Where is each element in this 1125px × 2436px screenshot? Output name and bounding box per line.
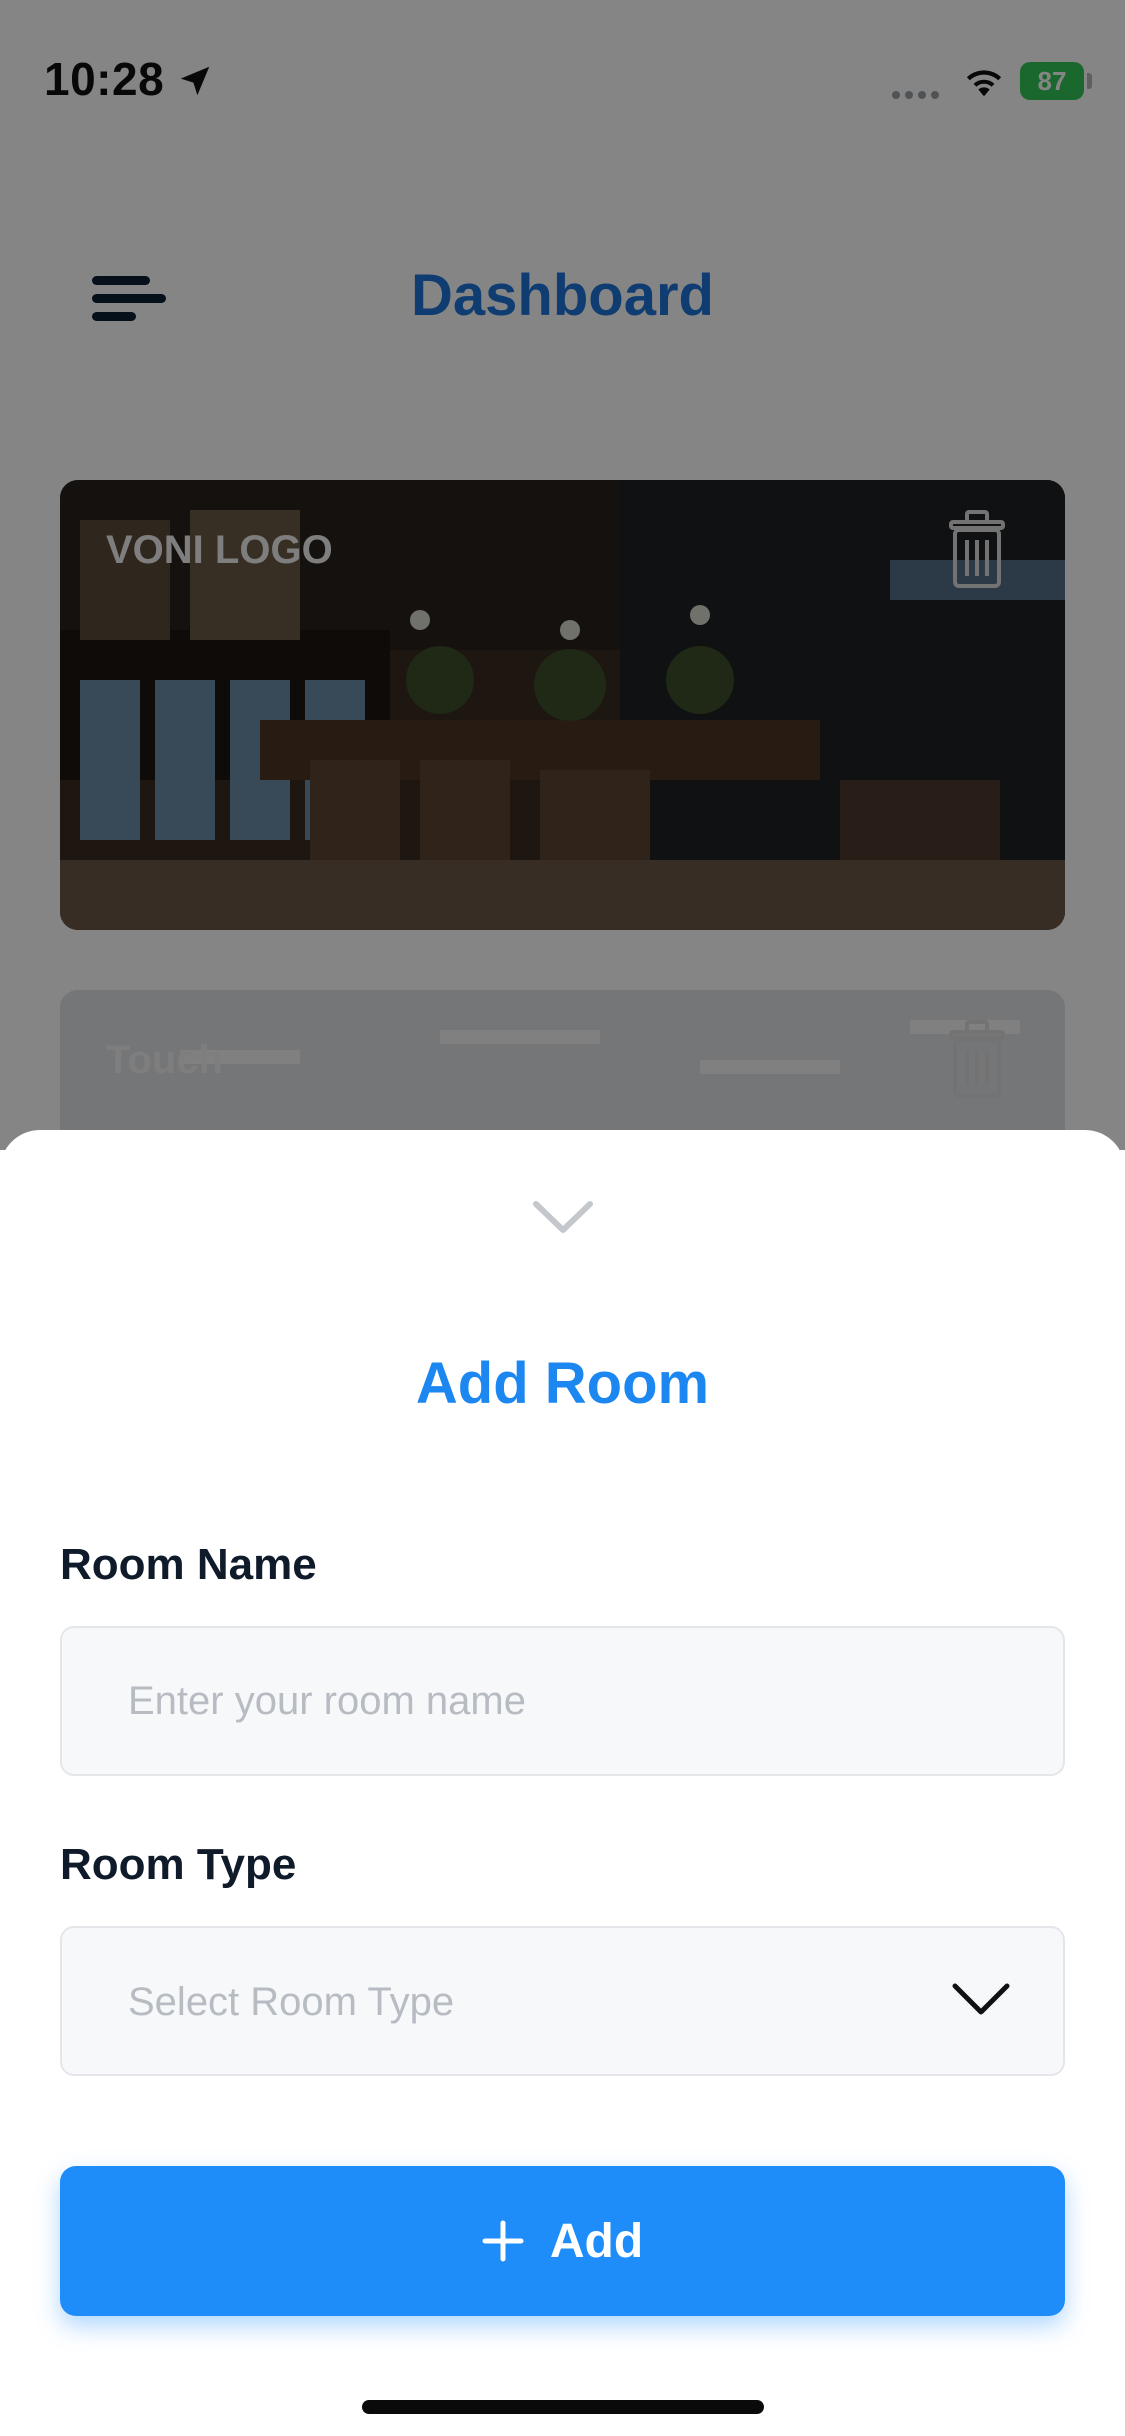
- add-button[interactable]: Add: [60, 2166, 1065, 2316]
- room-name-field[interactable]: [60, 1626, 1065, 1776]
- room-name-input[interactable]: [62, 1628, 1063, 1774]
- add-room-sheet: Add Room Room Name Room Type Select Room…: [0, 1130, 1125, 2436]
- chevron-down-icon[interactable]: [532, 1200, 594, 1236]
- home-indicator: [362, 2400, 764, 2414]
- chevron-down-icon: [952, 1983, 1010, 2015]
- room-type-label: Room Type: [60, 1840, 297, 1889]
- room-name-label: Room Name: [60, 1540, 317, 1589]
- plus-icon: [482, 2220, 524, 2262]
- room-type-placeholder: Select Room Type: [128, 1980, 455, 2024]
- add-button-label: Add: [549, 2214, 644, 2268]
- modal-backdrop[interactable]: [0, 0, 1125, 1150]
- sheet-title: Add Room: [415, 1351, 710, 1416]
- room-type-select[interactable]: Select Room Type: [60, 1926, 1065, 2076]
